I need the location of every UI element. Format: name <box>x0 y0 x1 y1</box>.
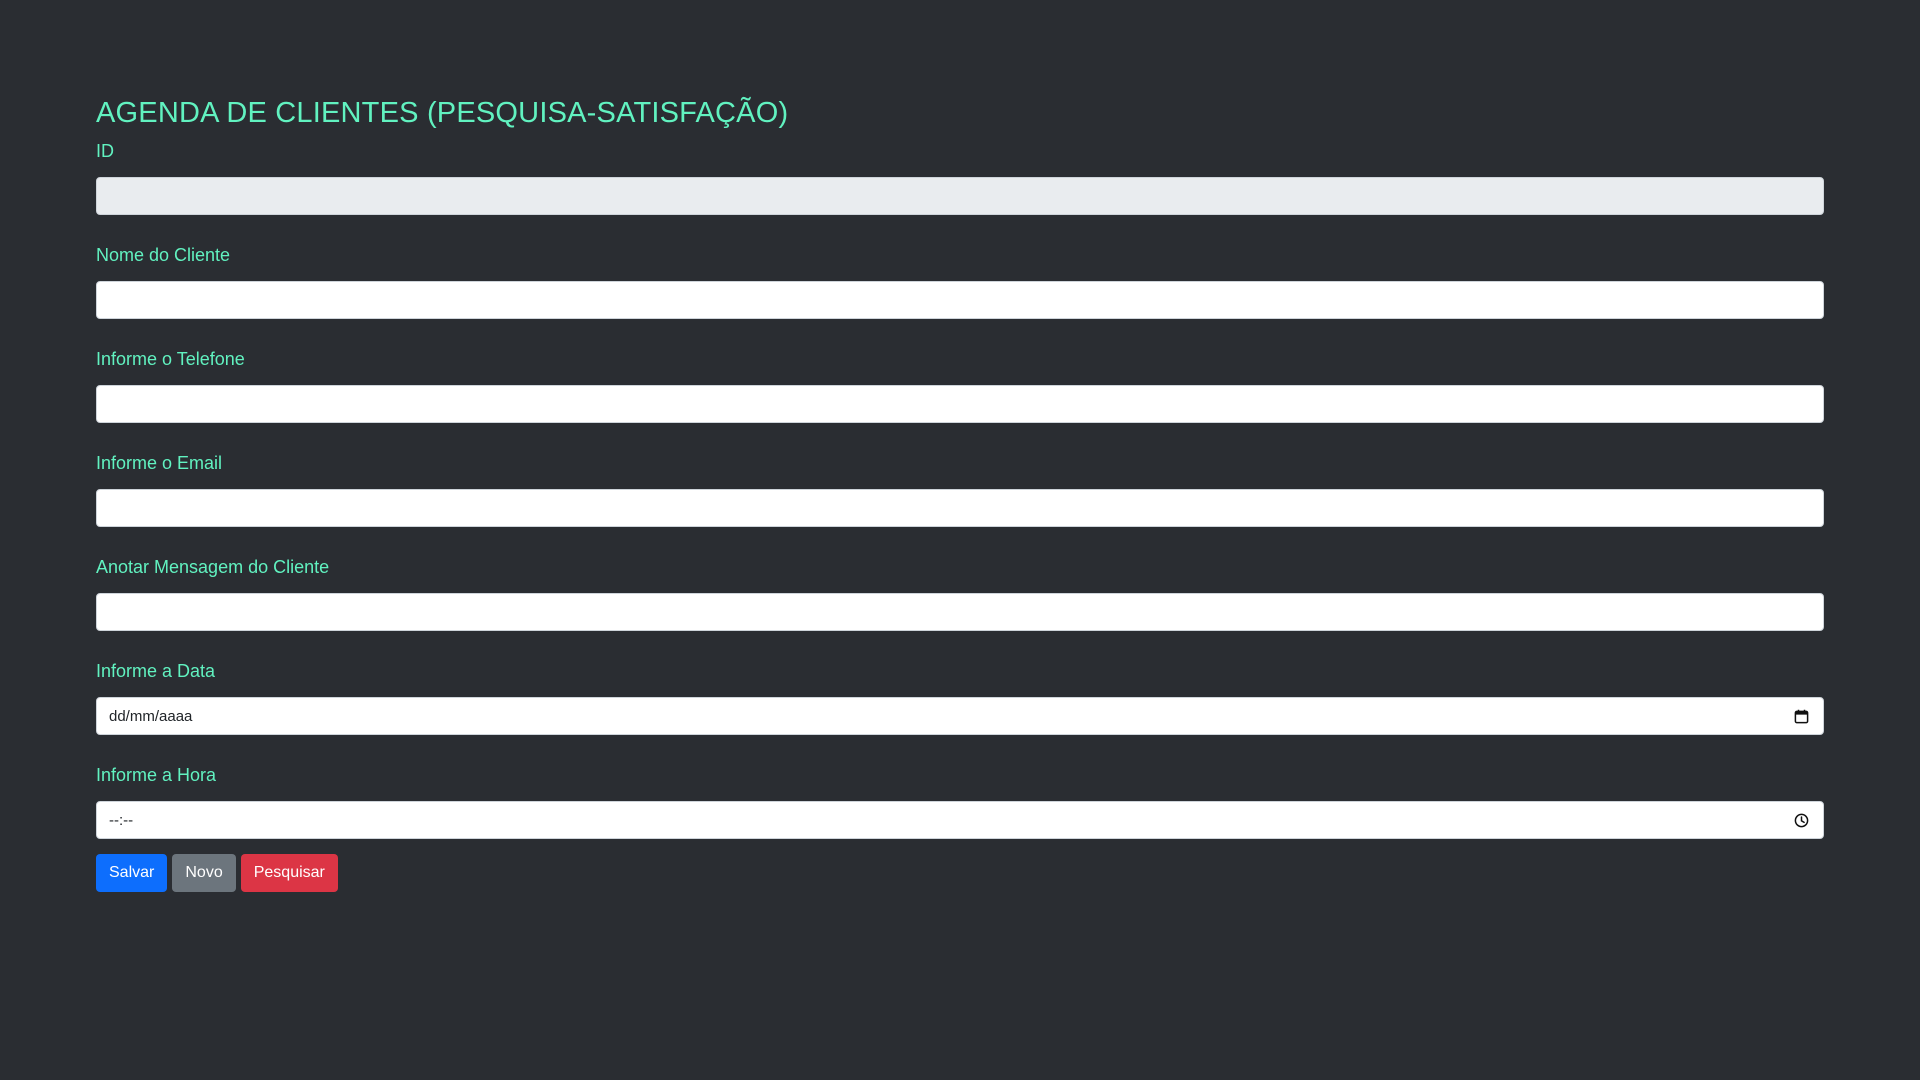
search-button[interactable]: Pesquisar <box>240 854 338 892</box>
time-input-value: --:-- <box>109 811 134 829</box>
message-input[interactable] <box>96 593 1824 631</box>
new-button[interactable]: Novo <box>172 854 236 892</box>
client-name-input[interactable] <box>96 281 1824 319</box>
time-label: Informe a Hora <box>96 765 217 785</box>
date-input-value: dd/mm/aaaa <box>109 707 193 725</box>
date-label: Informe a Data <box>96 661 216 681</box>
calendar-icon[interactable] <box>1793 708 1809 724</box>
client-form-container: AGENDA DE CLIENTES (PESQUISA-SATISFAÇÃO)… <box>96 96 1824 892</box>
field-time: Informe a Hora --:-- <box>96 764 1824 839</box>
message-label: Anotar Mensagem do Cliente <box>96 557 330 577</box>
phone-input[interactable] <box>96 385 1824 423</box>
field-email: Informe o Email <box>96 452 1824 527</box>
save-button[interactable]: Salvar <box>96 854 168 892</box>
field-message: Anotar Mensagem do Cliente <box>96 556 1824 631</box>
clock-icon[interactable] <box>1793 812 1809 828</box>
field-id: ID <box>96 140 1824 215</box>
field-client-name: Nome do Cliente <box>96 244 1824 319</box>
id-label: ID <box>96 141 114 161</box>
phone-label: Informe o Telefone <box>96 349 245 369</box>
time-input[interactable]: --:-- <box>96 801 1824 839</box>
email-label: Informe o Email <box>96 453 223 473</box>
field-date: Informe a Data dd/mm/aaaa <box>96 660 1824 735</box>
email-input[interactable] <box>96 489 1824 527</box>
form-actions: Salvar Novo Pesquisar <box>96 854 1824 892</box>
id-input[interactable] <box>96 177 1824 215</box>
page-title: AGENDA DE CLIENTES (PESQUISA-SATISFAÇÃO) <box>96 97 789 129</box>
date-input[interactable]: dd/mm/aaaa <box>96 697 1824 735</box>
field-phone: Informe o Telefone <box>96 348 1824 423</box>
client-name-label: Nome do Cliente <box>96 245 231 265</box>
